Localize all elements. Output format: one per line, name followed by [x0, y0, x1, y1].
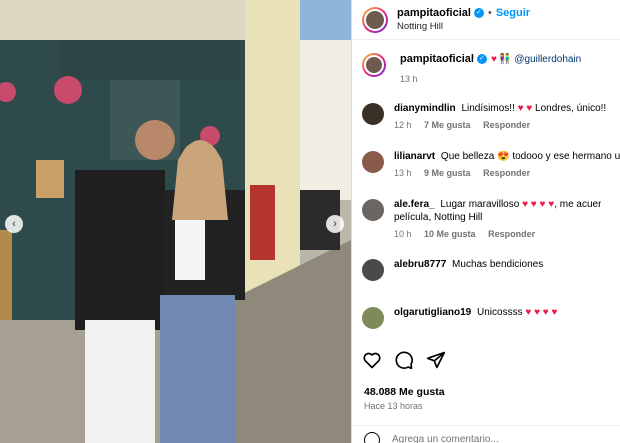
previous-photo-button[interactable]: ‹ [5, 215, 23, 233]
comment-text: Únicossss [477, 307, 523, 318]
add-comment-bar [352, 425, 620, 443]
caption-avatar[interactable] [362, 53, 386, 77]
caption-time: 13 h [400, 74, 418, 84]
post-timestamp: Hace 13 horas [364, 401, 423, 411]
comment-text-extra: Londres, único!! [535, 103, 607, 114]
comment-item: lilianarvt Que belleza 😍 todooo y ese he… [362, 151, 620, 178]
comment-text: Lindísimos!! [461, 103, 515, 114]
post-location[interactable]: Notting Hill [397, 21, 530, 32]
heart-emoji-icon: ♥ [490, 53, 497, 65]
people-emoji-icon: 👫 [498, 53, 512, 65]
comment-time: 10 h [394, 229, 412, 239]
comment-text: Lugar maravilloso [440, 199, 520, 210]
reply-button[interactable]: Responder [488, 229, 535, 239]
heart-eyes-emoji-icon: 😍 [497, 151, 510, 162]
comment-item: olgarutigliano19 Únicossss ♥ ♥ ♥ ♥ [362, 307, 620, 329]
author-username[interactable]: pampitaoficial [397, 7, 471, 19]
comment-time: 12 h [394, 120, 412, 130]
comment-username[interactable]: olgarutigliano19 [394, 307, 471, 318]
comment-avatar[interactable] [362, 103, 384, 125]
comment-username[interactable]: dianymindlin [394, 103, 456, 114]
comment-likes[interactable]: 10 Me gusta [424, 229, 476, 239]
comment-likes[interactable]: 7 Me gusta [424, 120, 471, 130]
reply-button[interactable]: Responder [483, 120, 530, 130]
caption-username[interactable]: pampitaoficial [400, 53, 474, 65]
next-photo-button[interactable]: › [326, 215, 344, 233]
comment-avatar[interactable] [362, 307, 384, 329]
share-send-icon[interactable] [426, 350, 446, 370]
comment-time: 13 h [394, 168, 412, 178]
post-photo: ‹ › [0, 0, 351, 443]
comment-avatar[interactable] [362, 199, 384, 221]
reply-button[interactable]: Responder [483, 168, 530, 178]
post-panel: pampitaoficial ✓ • Seguir Notting Hill p… [351, 0, 620, 443]
comment-bubble-icon[interactable] [394, 350, 414, 370]
tagged-user-link[interactable]: @guillerdohain [514, 54, 581, 65]
verified-badge-icon: ✓ [476, 54, 487, 64]
comment-avatar[interactable] [362, 259, 384, 281]
separator-dot: • [487, 7, 492, 19]
post-actions [362, 350, 446, 370]
comment-text: Muchas bendiciones [452, 259, 544, 270]
heart-emoji-icon: ♥ ♥ ♥ ♥ [525, 307, 558, 318]
comments-list: pampitaoficial ✓ ♥ 👫 @guillerdohain 13 h… [352, 41, 620, 340]
comment-text-line2: película, Notting Hill [394, 212, 483, 223]
post-header: pampitaoficial ✓ • Seguir Notting Hill [352, 0, 620, 40]
comment-item: ale.fera_ Lugar maravilloso ♥ ♥ ♥ ♥, me … [362, 199, 620, 239]
like-heart-icon[interactable] [362, 350, 382, 370]
comment-text-extra: , me acuer [554, 199, 602, 210]
likes-count[interactable]: 48.088 Me gusta [364, 386, 445, 398]
comment-text-extra: todooo y ese hermano u [512, 151, 620, 162]
comment-item: dianymindlin Lindísimos!! ♥ ♥ Londres, ú… [362, 103, 620, 130]
comment-item: alebru8777 Muchas bendiciones [362, 259, 620, 281]
comment-username[interactable]: lilianarvt [394, 151, 435, 162]
follow-button[interactable]: Seguir [496, 7, 530, 19]
comment-username[interactable]: alebru8777 [394, 259, 446, 270]
post-caption: pampitaoficial ✓ ♥ 👫 @guillerdohain 13 h [352, 41, 620, 84]
comment-text: Que belleza [440, 151, 495, 162]
comment-username[interactable]: ale.fera_ [394, 199, 435, 210]
comment-likes[interactable]: 9 Me gusta [424, 168, 471, 178]
comment-input[interactable] [392, 434, 592, 443]
author-avatar[interactable] [362, 6, 388, 33]
verified-badge-icon: ✓ [473, 8, 484, 18]
photo-illustration [0, 0, 351, 443]
heart-emoji-icon: ♥ ♥ [517, 103, 533, 114]
heart-emoji-icon: ♥ ♥ ♥ ♥ [522, 199, 555, 210]
comment-avatar[interactable] [362, 151, 384, 173]
emoji-picker-icon[interactable] [364, 431, 380, 443]
